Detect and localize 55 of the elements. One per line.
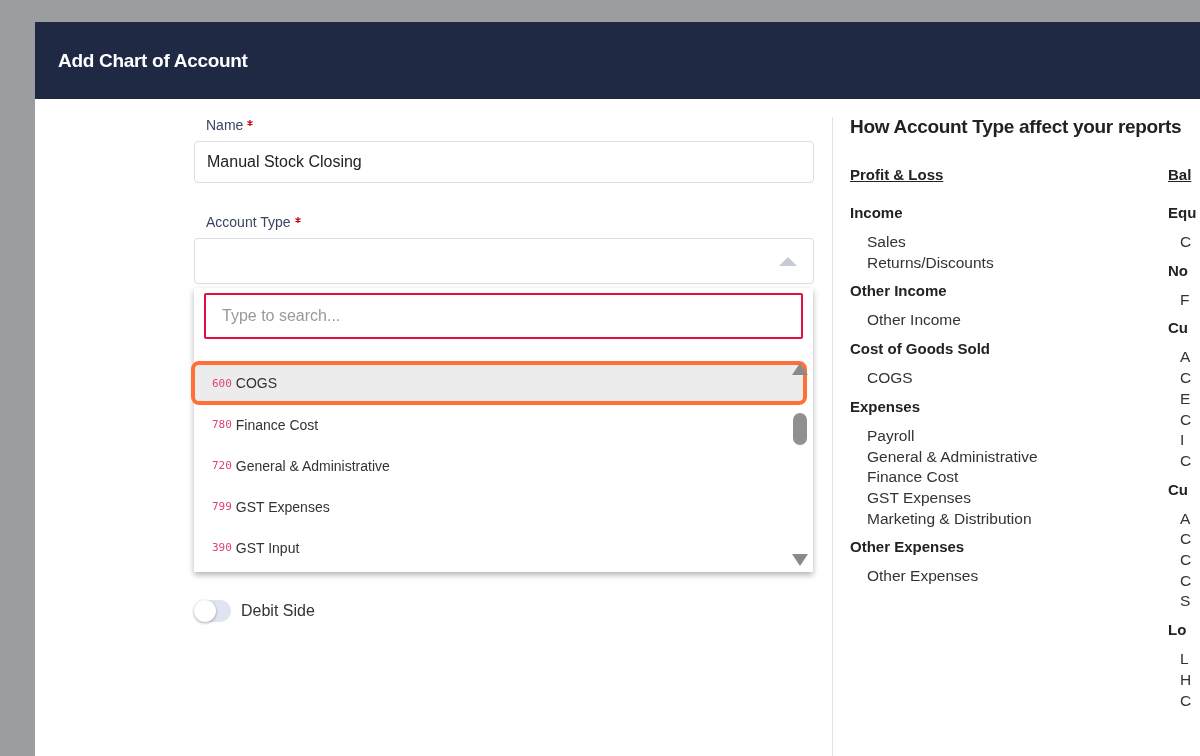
account-type-item: C	[1180, 550, 1193, 571]
account-type-item: C	[1180, 570, 1193, 591]
account-type-item: Returns/Discounts	[867, 252, 995, 273]
name-field[interactable]: Manual Stock Closing	[194, 141, 814, 183]
account-type-item: E	[1180, 388, 1192, 409]
dropdown-option[interactable]: 799 GST Expenses	[194, 486, 787, 527]
scrollbar-thumb[interactable]	[793, 413, 807, 445]
group-title: Other Expenses	[850, 537, 966, 558]
account-type-item: COGS	[867, 368, 914, 389]
account-type-item: L	[1180, 649, 1190, 670]
account-type-item: Other Expenses	[867, 566, 980, 587]
account-type-item: I	[1180, 430, 1186, 451]
account-type-item: Payroll	[867, 425, 916, 446]
group-title: Equ	[1168, 203, 1198, 223]
account-type-item: C	[1180, 232, 1193, 252]
account-type-item: Sales	[867, 232, 907, 252]
account-type-item: S	[1180, 591, 1192, 612]
group-title: Cu	[1168, 479, 1189, 500]
dropdown-option[interactable]: 390 GST Input	[194, 527, 787, 568]
group-title: Expenses	[850, 396, 922, 417]
toggle-label: Debit Side	[241, 602, 315, 620]
field-label: Account Type	[206, 214, 291, 230]
account-type-item: Other Income	[867, 310, 962, 331]
account-type-item: GST Expenses	[867, 487, 972, 508]
group-title: Lo	[1168, 620, 1188, 641]
account-type-item: C	[1180, 409, 1193, 430]
account-type-item: C	[1180, 529, 1193, 550]
dropdown-option[interactable]: 720 General & Administrative	[194, 445, 787, 486]
field-label: Name	[206, 117, 244, 133]
group-title: No	[1168, 260, 1189, 281]
group-title: Cost of Goods Sold	[850, 339, 991, 360]
account-type-item: H	[1180, 669, 1193, 690]
column-heading: Bal	[1168, 166, 1193, 185]
scroll-down-icon[interactable]	[792, 554, 808, 566]
account-type-item: Marketing & Distribution	[867, 508, 1033, 529]
account-type-item: C	[1180, 690, 1193, 711]
account-type-item: Finance Cost	[867, 467, 960, 488]
account-type-item: F	[1180, 289, 1191, 310]
toggle-switch[interactable]	[194, 600, 231, 622]
dropdown-option[interactable]: 600 COGS	[191, 361, 807, 405]
account-type-item: A	[1180, 347, 1192, 368]
account-type-item: C	[1180, 450, 1193, 471]
account-type-item: A	[1180, 508, 1192, 529]
dialog-title: Add Chart of Account	[58, 49, 248, 72]
dropdown-option[interactable]: 780 Finance Cost	[194, 404, 787, 445]
search-field[interactable]: Type to search...	[204, 293, 803, 339]
group-title: Other Income	[850, 281, 948, 302]
scroll-up-icon[interactable]	[792, 363, 808, 375]
panel-title: How Account Type affect your reports	[850, 116, 1183, 138]
account-type-item: General & Administrative	[867, 446, 1039, 467]
group-title: Cu	[1168, 318, 1189, 339]
group-title: Income	[850, 203, 904, 223]
account-type-item: C	[1180, 368, 1193, 389]
column-heading: Profit & Loss	[850, 166, 945, 185]
caret-icon	[779, 256, 797, 266]
